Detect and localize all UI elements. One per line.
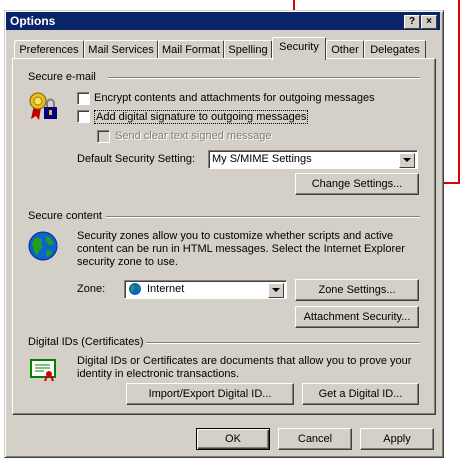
- tab-mail-services[interactable]: Mail Services: [84, 40, 158, 59]
- globe-icon: [27, 230, 59, 262]
- cancel-button[interactable]: Cancel: [278, 428, 352, 450]
- get-digital-id-button[interactable]: Get a Digital ID...: [302, 383, 419, 405]
- secure-content-divider: [106, 216, 420, 218]
- tab-delegates[interactable]: Delegates: [364, 40, 426, 59]
- clear-text-signed-label: Send clear text signed message: [115, 130, 272, 142]
- zone-label: Zone:: [77, 283, 106, 295]
- secure-email-header: Secure e-mail: [28, 71, 96, 83]
- close-button[interactable]: ×: [421, 15, 437, 29]
- digital-ids-description: Digital IDs or Certificates are document…: [77, 355, 412, 380]
- secure-content-description: Security zones allow you to customize wh…: [77, 230, 405, 268]
- tab-preferences[interactable]: Preferences: [14, 40, 84, 59]
- window-title: Options: [10, 14, 56, 28]
- ok-button[interactable]: OK: [196, 428, 270, 450]
- title-bar: [6, 12, 440, 30]
- digital-ids-divider: [146, 342, 420, 344]
- encrypt-checkbox[interactable]: [77, 92, 90, 105]
- secure-email-divider: [108, 77, 420, 79]
- tab-spelling[interactable]: Spelling: [224, 40, 272, 59]
- digital-signature-label: Add digital signature to outgoing messag…: [94, 110, 309, 124]
- import-export-digital-id-button[interactable]: Import/Export Digital ID...: [126, 383, 294, 405]
- chevron-down-icon[interactable]: [268, 283, 284, 298]
- zone-dropdown[interactable]: Internet: [124, 280, 287, 299]
- zone-settings-button[interactable]: Zone Settings...: [295, 279, 419, 301]
- change-settings-button[interactable]: Change Settings...: [295, 173, 419, 195]
- encrypt-label: Encrypt contents and attachments for out…: [94, 92, 375, 104]
- digital-ids-header: Digital IDs (Certificates): [28, 336, 144, 348]
- clear-text-signed-checkbox: [97, 130, 110, 143]
- help-button[interactable]: ?: [404, 15, 420, 29]
- secure-content-header: Secure content: [28, 210, 102, 222]
- default-security-setting-value: My S/MIME Settings: [212, 153, 312, 165]
- default-security-setting-dropdown[interactable]: My S/MIME Settings: [208, 150, 418, 169]
- tab-other[interactable]: Other: [326, 40, 364, 59]
- digital-signature-checkbox[interactable]: [77, 110, 90, 123]
- chevron-down-icon[interactable]: [399, 153, 415, 168]
- apply-button[interactable]: Apply: [360, 428, 434, 450]
- certificate-ribbon-icon: [27, 91, 63, 123]
- attachment-security-button[interactable]: Attachment Security...: [295, 306, 419, 328]
- default-security-setting-label: Default Security Setting:: [77, 153, 196, 165]
- internet-globe-icon: [128, 282, 142, 296]
- zone-value: Internet: [147, 283, 185, 295]
- annotation-line-right: [458, 0, 460, 184]
- digital-id-certificate-icon: [30, 358, 60, 382]
- tab-security[interactable]: Security: [272, 37, 326, 60]
- tab-mail-format[interactable]: Mail Format: [158, 40, 224, 59]
